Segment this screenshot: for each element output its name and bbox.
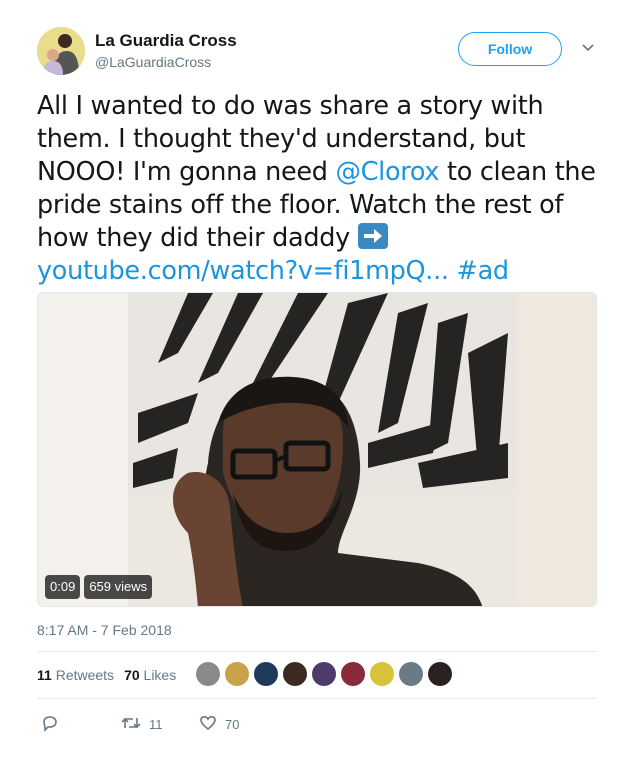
reply-icon [41,714,59,735]
retweets-stat[interactable]: 11 Retweets [37,667,114,683]
tweet-line-part: NOOO! I'm gonna need [37,157,336,187]
liker-avatars [196,662,452,686]
tweet-text: All I wanted to do was share a story wit… [37,90,602,288]
hashtag-link[interactable]: #ad [457,256,510,286]
tweet-line: NOOO! I'm gonna need @Clorox to clean th… [37,156,602,189]
liker-avatar[interactable] [225,662,249,686]
liker-avatar[interactable] [428,662,452,686]
tweet-timestamp[interactable]: 8:17 AM - 7 Feb 2018 [37,622,172,638]
retweet-count: 11 [149,717,163,732]
tweet-line-part: how they did their daddy [37,223,358,253]
retweet-icon [121,714,141,735]
liker-avatar[interactable] [312,662,336,686]
divider [37,651,597,652]
liker-avatar[interactable] [254,662,278,686]
tweet-line: All I wanted to do was share a story wit… [37,91,544,121]
heart-icon [199,714,217,735]
video-thumbnail [38,293,596,606]
reply-button[interactable] [41,714,59,735]
author-name[interactable]: La Guardia Cross [95,31,237,51]
video-duration: 0:09 [45,575,81,599]
like-count: 70 [225,717,240,732]
author-avatar[interactable] [37,27,85,75]
video-badge: 0:09 659 views [45,575,153,599]
mention-link[interactable]: @Clorox [335,157,439,187]
retweets-label: Retweets [55,667,115,683]
liker-avatar[interactable] [283,662,307,686]
retweet-button[interactable]: 11 [121,714,163,735]
video-views: 659 views [84,575,153,599]
author-handle[interactable]: @LaGuardiaCross [95,54,211,70]
follow-button[interactable]: Follow [458,32,562,66]
liker-avatar[interactable] [196,662,220,686]
tweet-line: pride stains off the floor. Watch the re… [37,190,564,220]
tweet-line-part: to clean the [439,157,596,187]
liker-avatar[interactable] [370,662,394,686]
right-arrow-emoji-icon [357,223,388,249]
tweet-stats: 11 Retweets 70 Likes [37,667,176,683]
video-player[interactable] [37,292,597,607]
tweet-line: youtube.com/watch?v=fi1mpQ... #ad [37,255,602,288]
chevron-down-icon[interactable] [580,40,596,56]
likes-label: Likes [143,667,177,683]
youtube-link[interactable]: youtube.com/watch?v=fi1mpQ... [37,256,449,286]
tweet-line: how they did their daddy [37,222,602,255]
liker-avatar[interactable] [399,662,423,686]
divider [37,698,597,699]
like-button[interactable]: 70 [199,714,239,735]
retweets-count: 11 [37,667,52,683]
likes-count: 70 [124,667,140,683]
liker-avatar[interactable] [341,662,365,686]
tweet-line: them. I thought they'd understand, but [37,124,526,154]
likes-stat[interactable]: 70 Likes [124,667,176,683]
